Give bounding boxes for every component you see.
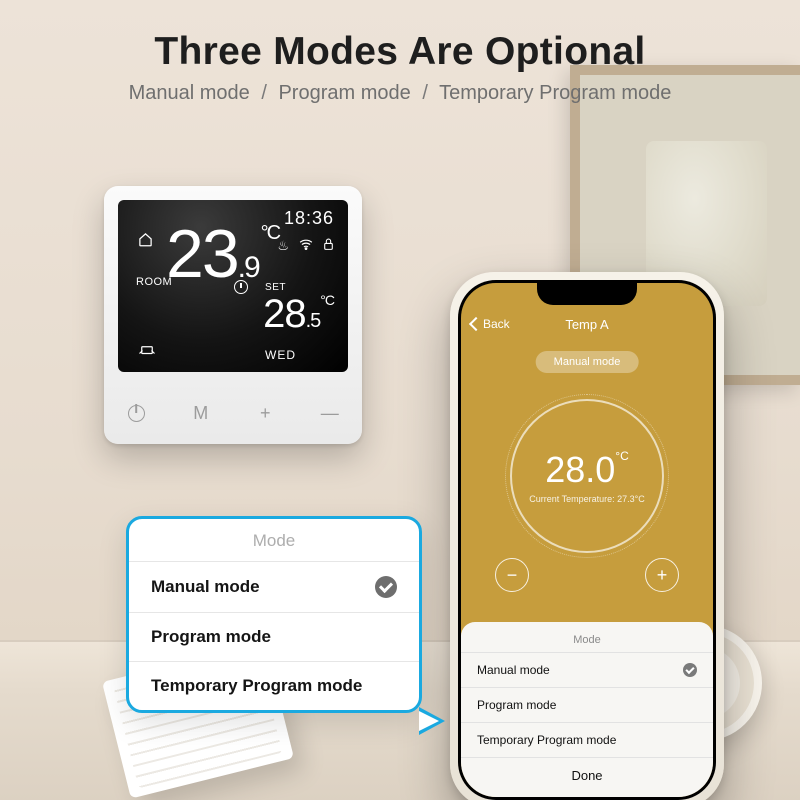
callout-option-label: Program mode (151, 627, 271, 647)
page-title: Three Modes Are Optional (0, 30, 800, 74)
plus-button[interactable]: + (233, 382, 298, 444)
flame-icon: ♨ (277, 238, 289, 254)
mode-callout: Mode Manual mode Program mode Temporary … (126, 516, 422, 713)
set-temperature: 28.5 °C (263, 292, 334, 337)
temperature-dial[interactable]: 28.0°C Current Temperature: 27.3°C (510, 399, 664, 553)
schedule-icon (234, 280, 248, 294)
callout-title: Mode (129, 519, 419, 561)
callout-option-manual[interactable]: Manual mode (129, 561, 419, 612)
callout-pointer-icon (419, 707, 445, 735)
room-temperature: 23.9°C (166, 224, 279, 285)
callout-option-label: Temporary Program mode (151, 676, 362, 696)
callout-option-program[interactable]: Program mode (129, 612, 419, 661)
dial-temp: 28.0 (545, 449, 615, 490)
heading-block: Three Modes Are Optional Manual mode / P… (0, 30, 800, 105)
sheet-option-label: Manual mode (477, 663, 550, 677)
increase-button[interactable]: + (645, 558, 679, 592)
check-icon (683, 663, 697, 677)
status-icons: ♨ (277, 238, 334, 254)
thermostat-buttons: M + — (104, 382, 362, 444)
decrease-button[interactable]: − (495, 558, 529, 592)
room-temp-int: 23 (166, 216, 238, 292)
subtitle-mode-3: Temporary Program mode (439, 82, 671, 104)
power-icon (128, 405, 145, 422)
check-icon (375, 576, 397, 598)
current-temp-label: Current Temperature: 27.3°C (529, 494, 645, 504)
done-button[interactable]: Done (461, 757, 713, 797)
callout-option-temporary[interactable]: Temporary Program mode (129, 661, 419, 710)
home-icon (138, 232, 153, 247)
minus-button[interactable]: — (298, 382, 363, 444)
room-temp-unit: °C (261, 222, 279, 244)
product-scene: Three Modes Are Optional Manual mode / P… (0, 0, 800, 800)
phone-mockup: Back Temp A Manual mode 28.0°C Current T… (450, 272, 724, 800)
app-title: Temp A (461, 317, 713, 332)
set-temp-int: 28 (263, 292, 306, 336)
sheet-option-label: Temporary Program mode (477, 733, 616, 747)
sheet-title: Mode (461, 634, 713, 646)
phone-bezel: Back Temp A Manual mode 28.0°C Current T… (458, 280, 716, 800)
sheet-option-manual[interactable]: Manual mode (461, 652, 713, 687)
app-navbar: Back Temp A (461, 309, 713, 339)
callout-option-label: Manual mode (151, 577, 260, 597)
phone-screen: Back Temp A Manual mode 28.0°C Current T… (461, 283, 713, 797)
subtitle: Manual mode / Program mode / Temporary P… (0, 82, 800, 105)
wifi-icon (299, 238, 313, 254)
dial-readout: 28.0°C Current Temperature: 27.3°C (512, 401, 662, 551)
thermostat-device: 18:36 ROOM 23.9°C ♨ SET 28.5°C WED (104, 186, 362, 444)
power-button[interactable] (104, 382, 169, 444)
phone-notch (537, 283, 637, 305)
sheet-option-temporary[interactable]: Temporary Program mode (461, 722, 713, 757)
away-icon (138, 342, 156, 356)
clock-time: 18:36 (284, 208, 334, 229)
mode-button[interactable]: M (169, 382, 234, 444)
thermostat-screen: 18:36 ROOM 23.9°C ♨ SET 28.5°C WED (118, 200, 348, 372)
set-temp-unit: °C (320, 292, 334, 308)
separator: / (422, 82, 428, 104)
weekday: WED (265, 348, 296, 362)
subtitle-mode-2: Program mode (278, 82, 410, 104)
sheet-option-label: Program mode (477, 698, 556, 712)
lock-icon (323, 238, 334, 254)
mode-pill[interactable]: Manual mode (536, 351, 639, 373)
subtitle-mode-1: Manual mode (129, 82, 250, 104)
separator: / (261, 82, 267, 104)
set-temp-dec: .5 (306, 310, 321, 332)
dial-unit: °C (615, 449, 628, 463)
mode-sheet: Mode Manual mode Program mode Temporary … (461, 622, 713, 797)
sheet-option-program[interactable]: Program mode (461, 687, 713, 722)
